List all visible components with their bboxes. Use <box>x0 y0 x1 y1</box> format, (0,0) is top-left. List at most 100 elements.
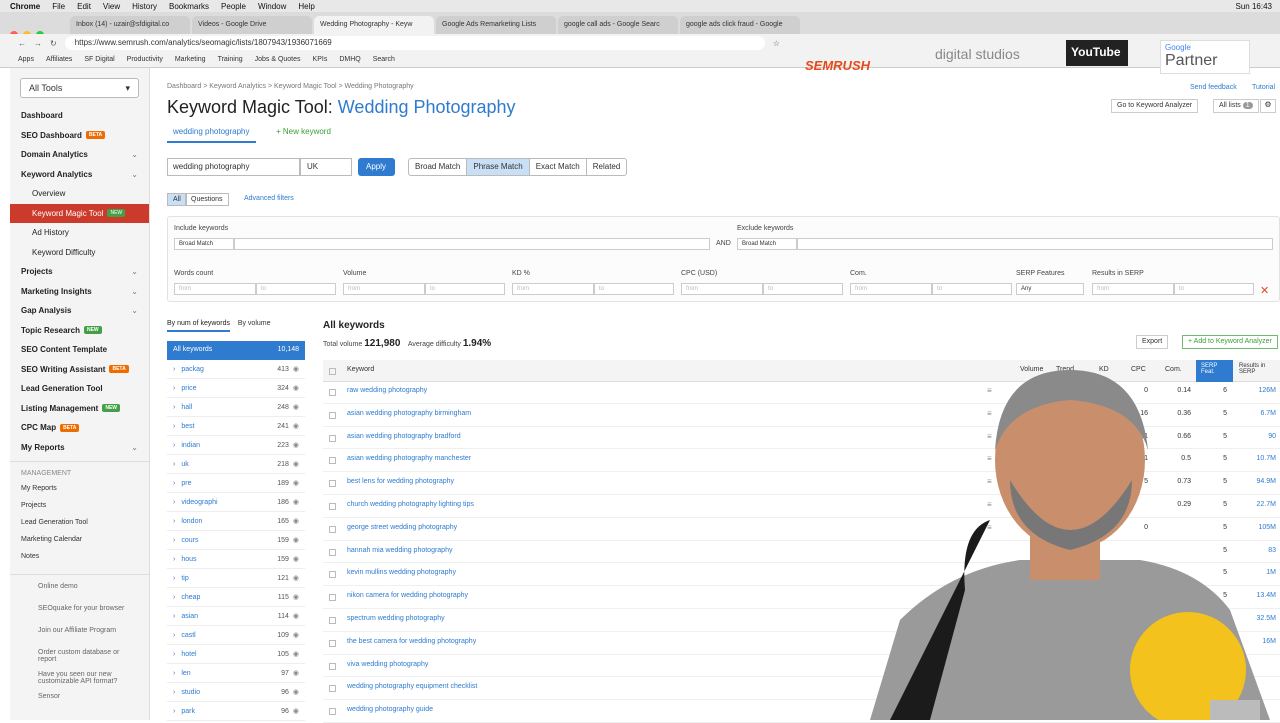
filter-to-words[interactable]: to <box>256 283 336 295</box>
bookmark[interactable]: SF Digital <box>84 56 114 63</box>
sidebar-item[interactable]: Keyword Magic Tool NEW <box>10 203 149 223</box>
eye-icon[interactable]: ◉ <box>293 612 299 620</box>
management-item[interactable]: Lead Generation Tool <box>10 515 149 532</box>
back-icon[interactable]: ← <box>18 39 26 48</box>
phrase-match-button[interactable]: Phrase Match <box>467 159 530 175</box>
footer-item[interactable]: Online demo <box>10 579 149 601</box>
apply-button[interactable]: Apply <box>358 158 395 176</box>
exclude-keywords-input[interactable] <box>797 238 1273 250</box>
keyword-link[interactable]: nikon camera for wedding photography <box>347 592 468 599</box>
filter-to-kd[interactable]: to <box>594 283 674 295</box>
database-select[interactable]: UK <box>300 158 352 176</box>
browser-tab[interactable]: google call ads - Google Searc <box>558 16 678 34</box>
footer-item[interactable]: Sensor <box>10 689 149 711</box>
group-all-keywords[interactable]: All keywords 10,148 <box>167 341 305 360</box>
management-item[interactable]: Notes <box>10 549 149 566</box>
group-item[interactable]: › hotel 105 ◉ <box>167 645 305 664</box>
bookmark[interactable]: Apps <box>18 56 34 63</box>
all-lists-button[interactable]: All lists 1 <box>1213 99 1259 113</box>
add-to-analyzer-button[interactable]: + Add to Keyword Analyzer <box>1182 335 1278 349</box>
sort-by-num[interactable]: By num of keywords <box>167 320 231 332</box>
keyword-link[interactable]: the best camera for wedding photography <box>347 638 476 645</box>
menu-help[interactable]: Help <box>298 2 314 11</box>
all-tools-select[interactable]: All Tools ▾ <box>20 78 139 98</box>
go-to-analyzer-button[interactable]: Go to Keyword Analyzer <box>1111 99 1199 113</box>
gear-icon[interactable]: ⚙ <box>1260 99 1276 113</box>
tutorial-link[interactable]: Tutorial <box>1252 84 1275 91</box>
eye-icon[interactable]: ◉ <box>293 479 299 487</box>
browser-tab[interactable]: Videos - Google Drive <box>192 16 312 34</box>
keyword-link[interactable]: kevin mullins wedding photography <box>347 569 456 576</box>
sidebar-item[interactable]: Ad History <box>10 223 149 243</box>
row-checkbox[interactable] <box>329 617 336 624</box>
group-item[interactable]: › asian 114 ◉ <box>167 607 305 626</box>
keyword-link[interactable]: wedding photography equipment checklist <box>347 683 477 690</box>
row-checkbox[interactable] <box>329 411 336 419</box>
keyword-link[interactable]: asian wedding photography manchester <box>347 455 471 462</box>
app-name[interactable]: Chrome <box>10 2 40 11</box>
sidebar-item[interactable]: SEO Content Template <box>10 340 149 360</box>
row-checkbox[interactable] <box>329 503 336 510</box>
export-button[interactable]: Export <box>1136 335 1169 349</box>
related-button[interactable]: Related <box>587 159 627 175</box>
browser-tab[interactable]: Google Ads Remarketing Lists <box>436 16 556 34</box>
sort-by-volume[interactable]: By volume <box>238 320 271 327</box>
filter-from-cpc[interactable]: from <box>681 283 763 295</box>
keyword-link[interactable]: church wedding photography lighting tips <box>347 501 474 508</box>
bookmark[interactable]: Search <box>373 56 395 63</box>
group-item[interactable]: › videographi 186 ◉ <box>167 493 305 512</box>
footer-item[interactable]: Have you seen our new customizable API f… <box>10 667 149 689</box>
eye-icon[interactable]: ◉ <box>293 536 299 544</box>
row-checkbox[interactable] <box>329 525 336 533</box>
row-checkbox[interactable] <box>329 457 336 465</box>
eye-icon[interactable]: ◉ <box>293 403 299 411</box>
footer-item[interactable]: SEOquake for your browser <box>10 601 149 623</box>
browser-tab[interactable]: google ads click fraud - Google <box>680 16 800 34</box>
bookmark[interactable]: Jobs & Quotes <box>255 56 301 63</box>
keyword-link[interactable]: raw wedding photography <box>347 387 427 394</box>
clear-filters-icon[interactable]: ✕ <box>1260 284 1269 297</box>
keyword-link[interactable]: george street wedding photography <box>347 524 457 531</box>
row-checkbox[interactable] <box>329 708 336 716</box>
menu-bookmarks[interactable]: Bookmarks <box>169 2 209 11</box>
group-item[interactable]: › hall 248 ◉ <box>167 398 305 417</box>
eye-icon[interactable]: ◉ <box>293 669 299 677</box>
keyword-tab[interactable]: wedding photography <box>167 126 256 143</box>
list-name-dropdown[interactable]: Wedding Photography <box>338 97 516 117</box>
filter-to-cpc[interactable]: to <box>763 283 843 295</box>
row-checkbox[interactable] <box>329 685 336 693</box>
management-item[interactable]: Marketing Calendar <box>10 532 149 549</box>
group-item[interactable]: › castl 109 ◉ <box>167 626 305 645</box>
eye-icon[interactable]: ◉ <box>293 460 299 468</box>
eye-icon[interactable]: ◉ <box>293 422 299 430</box>
group-item[interactable]: › indian 223 ◉ <box>167 436 305 455</box>
browser-tab-active[interactable]: Wedding Photography - Keyw <box>314 16 434 34</box>
footer-item[interactable]: Order custom database or report <box>10 645 149 667</box>
group-item[interactable]: › london 165 ◉ <box>167 512 305 531</box>
keyword-link[interactable]: hannah mia wedding photography <box>347 547 452 554</box>
send-feedback-link[interactable]: Send feedback <box>1190 84 1237 91</box>
group-item[interactable]: › len 97 ◉ <box>167 664 305 683</box>
reload-icon[interactable]: ↻ <box>50 39 57 48</box>
filter-from-results[interactable]: from <box>1092 283 1174 295</box>
menu-window[interactable]: Window <box>258 2 286 11</box>
keyword-link[interactable]: asian wedding photography bradford <box>347 433 461 440</box>
row-checkbox[interactable] <box>329 548 336 556</box>
group-item[interactable]: › park 96 ◉ <box>167 702 305 721</box>
filter-from-words[interactable]: from <box>174 283 256 295</box>
group-item[interactable]: › cours 159 ◉ <box>167 531 305 550</box>
menu-people[interactable]: People <box>221 2 246 11</box>
advanced-filters-toggle[interactable]: Advanced filters <box>244 195 294 202</box>
keyword-link[interactable]: spectrum wedding photography <box>347 615 445 622</box>
group-item[interactable]: › hous 159 ◉ <box>167 550 305 569</box>
bookmark[interactable]: Marketing <box>175 56 206 63</box>
sidebar-item[interactable]: Projects ⌄ <box>10 262 149 282</box>
sidebar-item[interactable]: Listing Management NEW <box>10 399 149 419</box>
sidebar-item[interactable]: Overview <box>10 184 149 204</box>
row-checkbox[interactable] <box>329 594 336 602</box>
include-match-select[interactable]: Broad Match <box>174 238 234 250</box>
tab-questions[interactable]: Questions <box>185 193 229 206</box>
include-keywords-input[interactable] <box>234 238 710 250</box>
eye-icon[interactable]: ◉ <box>293 631 299 639</box>
exact-match-button[interactable]: Exact Match <box>530 159 587 175</box>
